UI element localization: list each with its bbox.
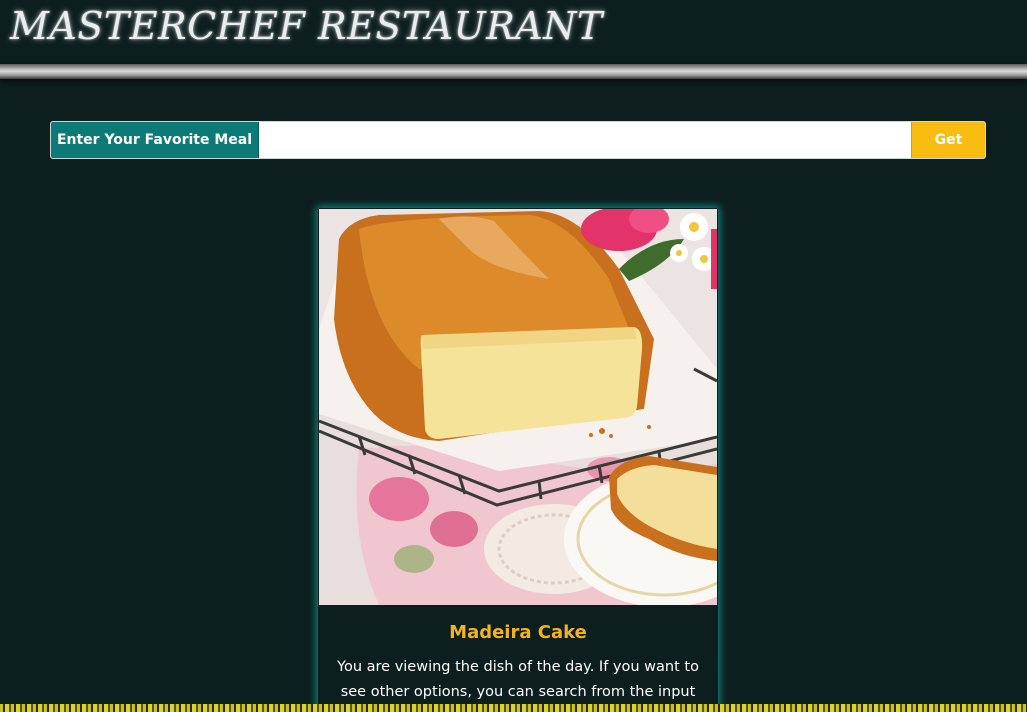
search-form: Enter Your Favorite Meal Get xyxy=(50,121,986,159)
dish-description: You are viewing the dish of the day. If … xyxy=(337,659,699,700)
site-title: MASTERCHEF RESTAURANT xyxy=(10,4,603,48)
get-button[interactable]: Get xyxy=(911,122,985,158)
search-input[interactable] xyxy=(259,122,911,158)
search-label: Enter Your Favorite Meal xyxy=(51,122,259,158)
dish-image xyxy=(319,209,717,605)
page: MASTERCHEF RESTAURANT Enter Your Favorit… xyxy=(0,0,1027,712)
site-header: MASTERCHEF RESTAURANT xyxy=(0,0,1027,64)
dish-card: Madeira Cake You are viewing the dish of… xyxy=(318,208,718,712)
header-divider-bar xyxy=(0,64,1027,79)
bottom-decorative-strip xyxy=(0,704,1027,712)
dish-name: Madeira Cake xyxy=(449,622,587,643)
